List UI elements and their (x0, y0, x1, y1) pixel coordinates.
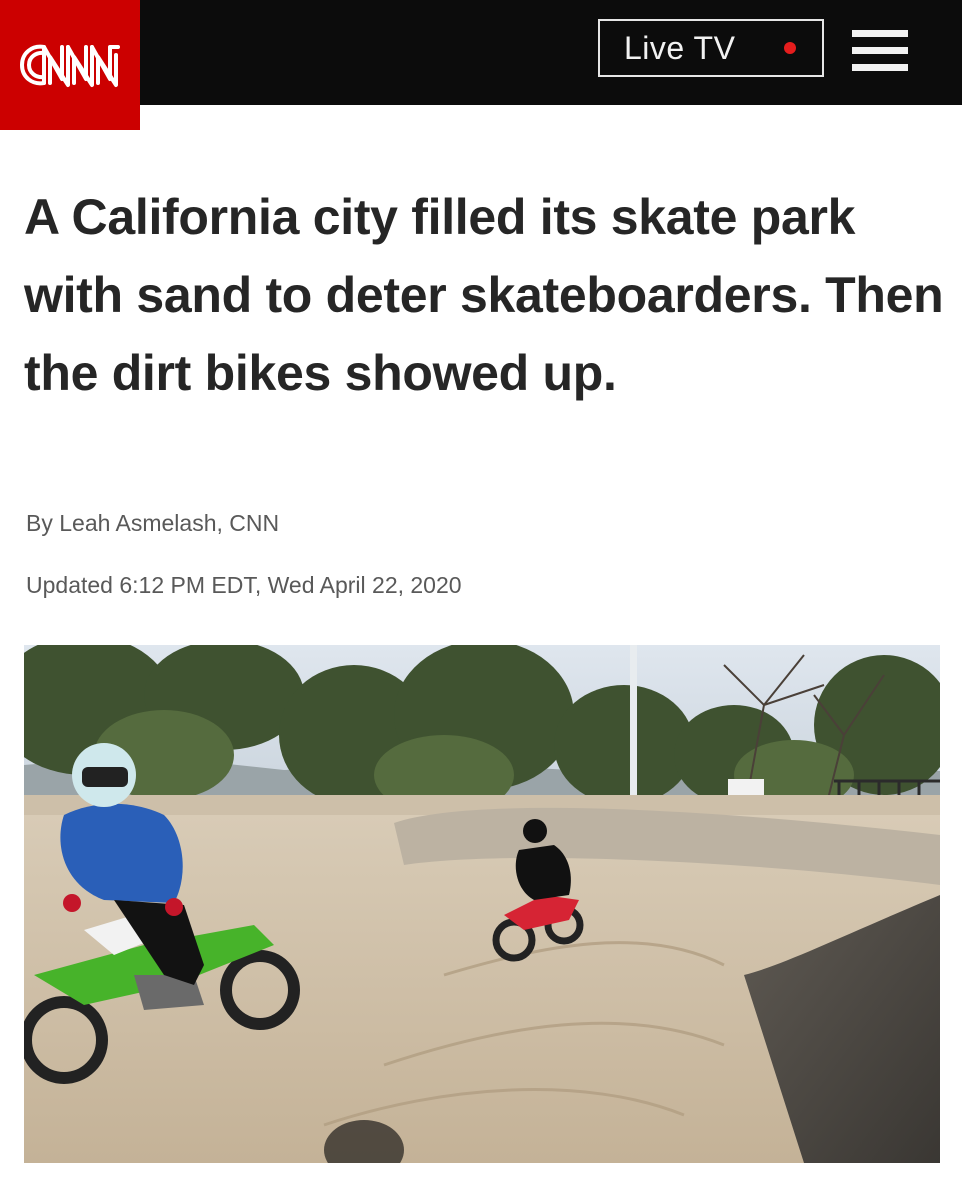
cnn-logo-icon (20, 44, 120, 87)
article-hero-image[interactable] (24, 645, 940, 1163)
article-timestamp: Updated 6:12 PM EDT, Wed April 22, 2020 (26, 572, 462, 598)
article-byline[interactable]: By Leah Asmelash, CNN (26, 510, 279, 537)
live-tv-label: Live TV (624, 29, 736, 66)
article-headline: A California city filled its skate park … (24, 189, 944, 401)
cnn-logo[interactable] (0, 0, 140, 130)
hamburger-menu-icon[interactable] (852, 30, 908, 72)
dirt-bike-photo (24, 645, 940, 1163)
top-navigation-bar: Live TV (0, 0, 962, 130)
live-indicator-icon (784, 42, 796, 54)
